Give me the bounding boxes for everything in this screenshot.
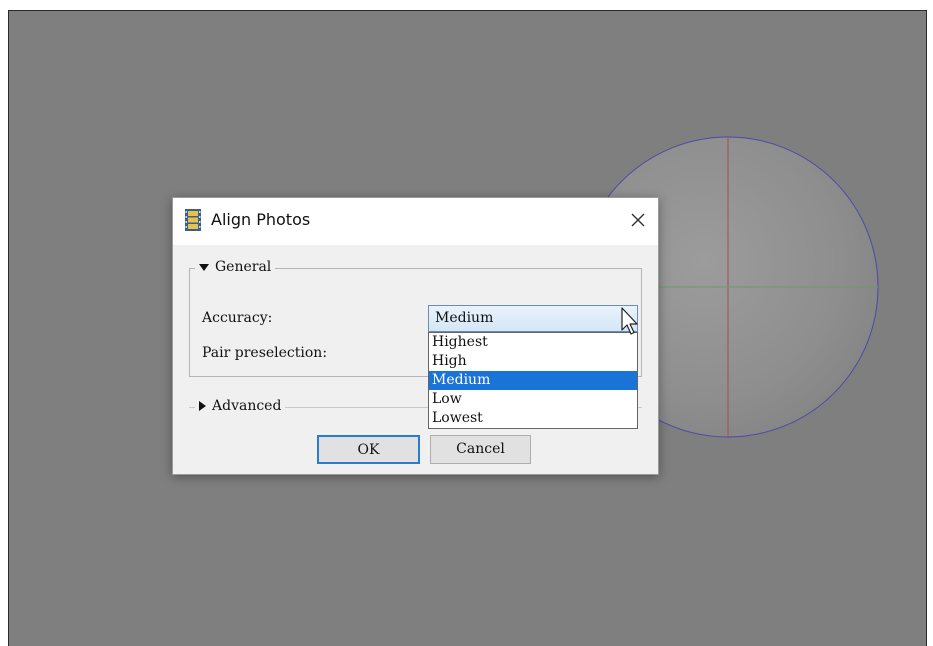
advanced-legend-label: Advanced <box>212 398 282 414</box>
app-window: Align Photos General Accuracy: Pair pres… <box>8 10 927 646</box>
accuracy-select-value: Medium <box>435 310 494 326</box>
advanced-section-toggle[interactable]: Advanced <box>195 398 286 414</box>
dialog-title: Align Photos <box>211 210 311 229</box>
mouse-pointer-icon <box>621 307 638 335</box>
accuracy-option-lowest[interactable]: Lowest <box>429 409 637 428</box>
accuracy-option-medium[interactable]: Medium <box>429 371 637 390</box>
general-section-toggle[interactable]: General <box>195 259 276 275</box>
accuracy-option-high[interactable]: High <box>429 352 637 371</box>
accuracy-label: Accuracy: <box>202 310 273 326</box>
collapse-triangle-icon <box>199 263 209 271</box>
expand-triangle-icon <box>199 401 206 411</box>
accuracy-dropdown-list: Highest High Medium Low Lowest <box>428 332 638 429</box>
accuracy-option-low[interactable]: Low <box>429 390 637 409</box>
close-icon[interactable] <box>628 210 648 230</box>
pair-preselection-label: Pair preselection: <box>202 345 328 361</box>
accuracy-select[interactable]: Medium <box>428 305 638 332</box>
ok-button[interactable]: OK <box>317 435 420 464</box>
film-strip-icon <box>185 209 201 231</box>
dialog-titlebar[interactable]: Align Photos <box>173 198 658 245</box>
cancel-button[interactable]: Cancel <box>430 435 531 464</box>
accuracy-option-highest[interactable]: Highest <box>429 333 637 352</box>
align-photos-dialog: Align Photos General Accuracy: Pair pres… <box>172 197 659 475</box>
general-legend-label: General <box>215 259 272 275</box>
